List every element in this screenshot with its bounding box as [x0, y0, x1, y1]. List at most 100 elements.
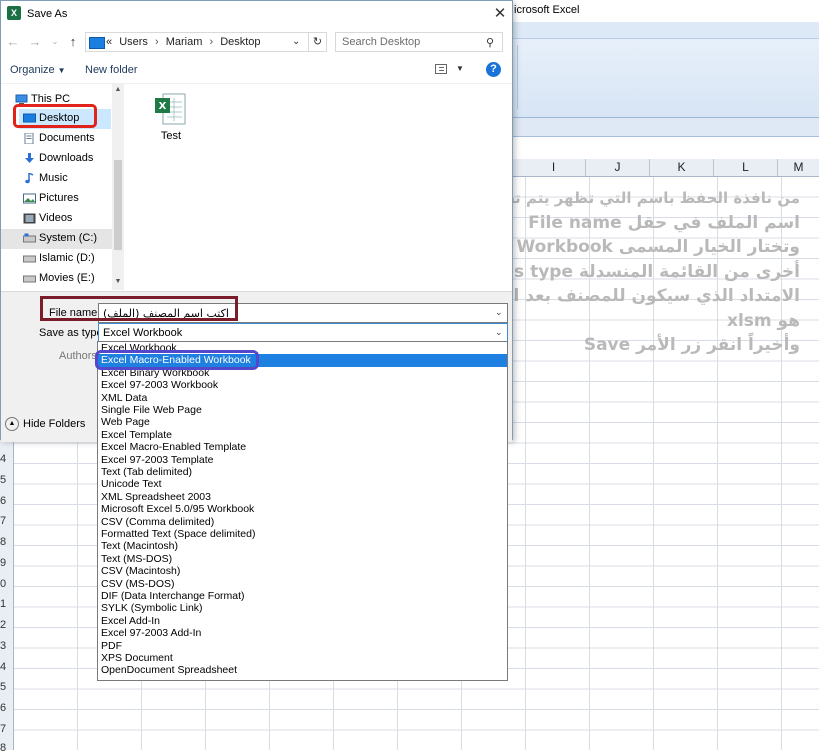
breadcrumb-users[interactable]: Users: [119, 36, 148, 48]
save-type-option[interactable]: CSV (Comma delimited): [98, 516, 507, 528]
view-options-icon[interactable]: [435, 64, 447, 74]
row-header[interactable]: 8: [0, 536, 13, 548]
forward-arrow-icon[interactable]: →: [27, 34, 43, 50]
organize-button[interactable]: Organize ▼: [10, 64, 66, 76]
save-type-option[interactable]: CSV (Macintosh): [98, 565, 507, 577]
nav-scrollbar[interactable]: ▲ ▼: [112, 84, 124, 290]
drive-icon: [23, 233, 36, 243]
scroll-down-icon[interactable]: ▼: [112, 278, 124, 285]
breadcrumb-separator: ›: [154, 36, 159, 48]
save-type-option[interactable]: Web Page: [98, 416, 507, 428]
desktop-highlight-box: [13, 104, 97, 128]
save-type-option[interactable]: DIF (Data Interchange Format): [98, 590, 507, 602]
save-type-option[interactable]: SYLK (Symbolic Link): [98, 602, 507, 614]
nav-item-music[interactable]: Music: [19, 169, 111, 189]
hide-folders-button[interactable]: ▲ Hide Folders: [5, 417, 85, 431]
nav-item-movies-e[interactable]: Movies (E:): [19, 269, 111, 289]
back-arrow-icon[interactable]: ←: [5, 34, 21, 50]
chevron-down-icon[interactable]: ⌄: [292, 36, 300, 47]
nav-item-islamic-d[interactable]: Islamic (D:): [19, 249, 111, 269]
column-header[interactable]: L: [714, 159, 778, 176]
row-header[interactable]: 0: [0, 578, 13, 590]
column-header[interactable]: M: [778, 159, 819, 176]
new-folder-button[interactable]: New folder: [85, 64, 138, 76]
organize-label: Organize: [10, 64, 55, 76]
row-header[interactable]: 6: [0, 495, 13, 507]
row-header[interactable]: 7: [0, 515, 13, 527]
row-header[interactable]: 5: [0, 681, 13, 693]
save-type-select[interactable]: Excel Workbook ⌄: [98, 323, 508, 343]
save-type-option[interactable]: Text (Tab delimited): [98, 466, 507, 478]
save-type-option[interactable]: Excel Add-In: [98, 615, 507, 627]
save-type-option[interactable]: Excel 97-2003 Template: [98, 454, 507, 466]
save-type-option[interactable]: Excel 97-2003 Workbook: [98, 379, 507, 391]
save-type-option[interactable]: Single File Web Page: [98, 404, 507, 416]
refresh-icon[interactable]: ↻: [309, 32, 327, 52]
drive-icon: [23, 275, 36, 283]
column-header[interactable]: J: [586, 159, 650, 176]
save-type-option[interactable]: CSV (MS-DOS): [98, 578, 507, 590]
downloads-icon: [25, 153, 34, 163]
nav-item-system-c[interactable]: System (C:): [1, 229, 112, 249]
row-header[interactable]: 8: [0, 742, 13, 754]
nav-item-downloads[interactable]: Downloads: [19, 149, 111, 169]
column-header[interactable]: I: [522, 159, 586, 176]
save-type-option[interactable]: Text (MS-DOS): [98, 553, 507, 565]
address-bar[interactable]: « Users › Mariam › Desktop ⌄: [85, 32, 309, 52]
nav-item-videos[interactable]: Videos: [19, 209, 111, 229]
chevron-down-icon[interactable]: ⌄: [495, 327, 503, 338]
save-type-option[interactable]: Text (Macintosh): [98, 540, 507, 552]
save-type-option[interactable]: XML Spreadsheet 2003: [98, 491, 507, 503]
save-type-option[interactable]: Formatted Text (Space delimited): [98, 528, 507, 540]
save-type-dropdown[interactable]: Excel Workbook Excel Macro-Enabled Workb…: [97, 341, 508, 681]
desktop-folder-icon: [89, 37, 105, 49]
row-header[interactable]: 3: [0, 640, 13, 652]
save-type-option[interactable]: XPS Document: [98, 652, 507, 664]
row-header[interactable]: 4: [0, 661, 13, 673]
save-type-option[interactable]: Excel Template: [98, 429, 507, 441]
chevron-down-icon[interactable]: ⌄: [495, 307, 503, 318]
scroll-up-icon[interactable]: ▲: [112, 86, 124, 93]
excel-title: icrosoft Excel: [514, 4, 580, 16]
file-list[interactable]: X Test: [125, 84, 512, 290]
dialog-titlebar[interactable]: X Save As ✕: [1, 1, 512, 27]
drive-icon: [23, 255, 36, 263]
save-type-option[interactable]: Excel Macro-Enabled Template: [98, 441, 507, 453]
save-type-option[interactable]: Excel 97-2003 Add-In: [98, 627, 507, 639]
save-type-option[interactable]: XML Data: [98, 392, 507, 404]
nav-label: Movies (E:): [39, 272, 95, 284]
authors-label: Authors: [59, 350, 97, 362]
row-headers: 4 5 6 7 8 9 0 1 2 3 4 5 6 7 8: [0, 440, 14, 754]
file-name: Test: [160, 130, 182, 142]
file-item[interactable]: X Test: [149, 90, 193, 150]
breadcrumb-desktop[interactable]: Desktop: [220, 36, 260, 48]
save-type-option[interactable]: Unicode Text: [98, 478, 507, 490]
row-header[interactable]: 2: [0, 619, 13, 631]
row-header[interactable]: 9: [0, 557, 13, 569]
row-header[interactable]: 6: [0, 702, 13, 714]
column-header[interactable]: K: [650, 159, 714, 176]
breadcrumb-mariam[interactable]: Mariam: [166, 36, 203, 48]
scroll-thumb[interactable]: [114, 160, 122, 250]
breadcrumb-overflow[interactable]: «: [106, 36, 112, 48]
row-header[interactable]: 1: [0, 598, 13, 610]
row-header[interactable]: 7: [0, 723, 13, 735]
row-header[interactable]: 4: [0, 453, 13, 465]
documents-icon: [24, 133, 34, 144]
save-type-option[interactable]: PDF: [98, 640, 507, 652]
save-type-option[interactable]: Microsoft Excel 5.0/95 Workbook: [98, 503, 507, 515]
recent-chevron-icon[interactable]: ⌄: [47, 34, 63, 50]
row-header[interactable]: 5: [0, 474, 13, 486]
svg-text:X: X: [159, 101, 167, 112]
macro-option-highlight-box: [95, 350, 259, 370]
nav-item-documents[interactable]: Documents: [19, 129, 111, 149]
help-icon[interactable]: ?: [486, 62, 501, 77]
search-input[interactable]: Search Desktop ⚲: [335, 32, 503, 52]
close-button[interactable]: ✕: [491, 5, 509, 23]
caret-down-icon[interactable]: ▼: [456, 64, 464, 73]
up-arrow-icon[interactable]: ↑: [65, 34, 81, 50]
nav-item-pictures[interactable]: Pictures: [19, 189, 111, 209]
search-icon[interactable]: ⚲: [486, 36, 494, 49]
save-type-option[interactable]: OpenDocument Spreadsheet: [98, 664, 507, 676]
hide-folders-label: Hide Folders: [23, 417, 86, 430]
